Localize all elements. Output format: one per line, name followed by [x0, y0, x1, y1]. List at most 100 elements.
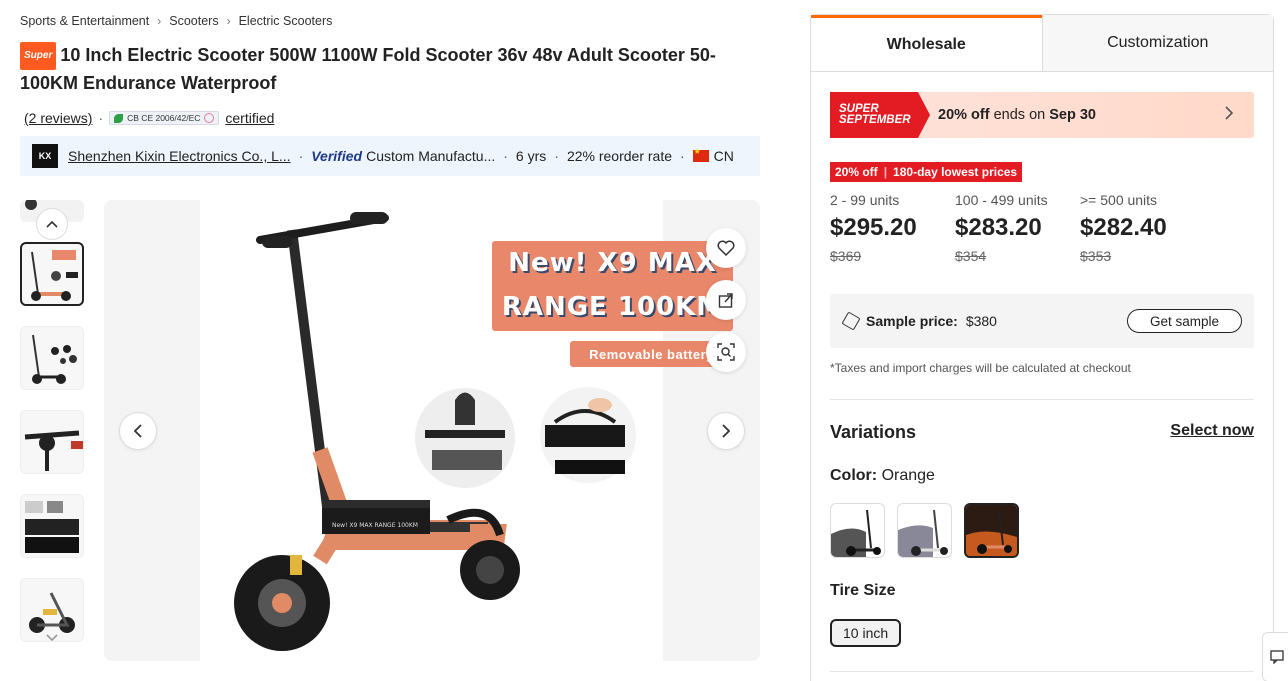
super-badge: Super — [20, 42, 57, 70]
message-icon — [1270, 650, 1284, 664]
promo-headline-box: New! X9 MAX RANGE 100KM — [492, 241, 733, 331]
super-september-banner[interactable]: SUPER SEPTEMBER 20% off ends on Sep 30 — [830, 92, 1254, 138]
battery-thumbnail-image — [25, 501, 79, 553]
separator-dot: · — [680, 148, 685, 164]
tire-size-option[interactable]: 10 inch — [830, 619, 902, 647]
tab-customization[interactable]: Customization — [1041, 15, 1273, 71]
breadcrumb-item-electric-scooters[interactable]: Electric Scooters — [239, 14, 333, 28]
gallery-next-button[interactable] — [707, 412, 745, 450]
product-title: 10 Inch Electric Scooter 500W 1100W Fold… — [20, 45, 716, 93]
china-flag-icon — [692, 147, 709, 162]
price-tiers: 2 - 99 units $295.20 $369 100 - 499 unit… — [830, 192, 1205, 264]
tier-original-price: $354 — [955, 248, 987, 264]
chevron-right-icon: › — [157, 14, 162, 28]
separator-dot: · — [554, 148, 559, 164]
discount-pct: 20% off — [835, 165, 878, 179]
verified-badge: Verified — [311, 148, 363, 164]
color-swatch-black[interactable] — [830, 503, 885, 558]
cert-mark-icon — [204, 113, 215, 123]
certification-chip[interactable]: CB CE 2006/42/EC — [109, 111, 220, 125]
deal-end-date: Sep 30 — [1049, 107, 1096, 123]
cert-text: CB CE 2006/42/EC — [127, 113, 201, 123]
tab-wholesale[interactable]: Wholesale — [811, 15, 1042, 71]
thumbnail-4[interactable] — [20, 494, 84, 558]
color-swatches — [830, 503, 1019, 558]
thumbnail-scroll-up-button[interactable] — [36, 208, 68, 240]
main-image-gallery: New! X9 MAX RANGE 100KM New! X9 MAX RANG… — [104, 200, 760, 661]
deal-tag-line-2: SEPTEMBER — [839, 114, 911, 126]
sample-price-value: $380 — [965, 313, 997, 329]
white-scooter-swatch-image — [898, 509, 948, 557]
share-button[interactable] — [706, 280, 746, 320]
tier-range: >= 500 units — [1080, 192, 1158, 208]
deal-text: 20% off ends on Sep 30 — [938, 107, 1224, 123]
leaf-icon — [114, 113, 124, 123]
tier-range: 2 - 99 units — [830, 192, 900, 208]
super-september-tag: SUPER SEPTEMBER — [830, 92, 930, 138]
color-label-key: Color: — [830, 467, 878, 484]
sample-price-box: Sample price: $380 Get sample — [830, 294, 1254, 348]
orange-scooter-swatch-image — [966, 505, 1017, 556]
favorite-button[interactable] — [706, 228, 746, 268]
deal-mid-text: ends on — [989, 107, 1050, 123]
thumbnail-2[interactable] — [20, 326, 84, 390]
package-icon — [841, 311, 861, 331]
variations-title: Variations — [830, 422, 917, 442]
thumbnail-scroll-down-button[interactable] — [36, 625, 68, 651]
supplier-country: CN — [713, 148, 734, 164]
price-tier: 100 - 499 units $283.20 $354 — [955, 192, 1080, 264]
scooter-parts-thumbnail-image — [32, 334, 77, 384]
scooter-thumbnail-image — [31, 250, 78, 301]
divider: | — [883, 165, 888, 179]
sample-price-label: Sample price: — [866, 313, 958, 329]
discount-label: 180-day lowest prices — [893, 165, 1018, 179]
tier-price: $282.40 — [1080, 214, 1167, 241]
thumbnail-1[interactable] — [20, 242, 84, 306]
separator-dot: · — [503, 148, 508, 164]
image-search-button[interactable] — [706, 332, 746, 372]
heart-icon — [717, 240, 735, 256]
select-now-link[interactable]: Select now — [1170, 422, 1254, 440]
chevron-right-icon — [722, 424, 731, 438]
black-scooter-swatch-image — [831, 509, 881, 557]
handlebar-thumbnail-image — [21, 411, 83, 473]
tax-note: *Taxes and import charges will be calcul… — [830, 361, 1131, 375]
discount-tag: 20% off | 180-day lowest prices — [830, 162, 1023, 182]
camera-search-icon — [717, 343, 735, 361]
thumbnail-3[interactable] — [20, 410, 84, 474]
chevron-left-icon — [133, 424, 142, 438]
divider — [830, 671, 1254, 672]
supplier-years: 6 yrs — [515, 148, 547, 164]
product-title-row: Super 10 Inch Electric Scooter 500W 1100W… — [20, 42, 760, 96]
reorder-rate: 22% reorder rate — [566, 148, 672, 164]
floating-chat-button[interactable] — [1262, 632, 1288, 681]
reviews-link[interactable]: (2 reviews) — [24, 110, 92, 126]
supplier-logo: KX — [32, 144, 58, 168]
chevron-down-icon — [46, 634, 58, 642]
separator-dot: · — [298, 148, 304, 164]
get-sample-button[interactable]: Get sample — [1126, 309, 1242, 333]
chevron-right-icon: › — [226, 14, 231, 28]
tier-original-price: $369 — [830, 248, 862, 264]
gallery-prev-button[interactable] — [119, 412, 157, 450]
color-swatch-orange[interactable] — [964, 503, 1019, 558]
color-label: Color: Orange — [830, 467, 935, 485]
color-swatch-white[interactable] — [897, 503, 952, 558]
battery-label-text: New! X9 MAX RANGE 100KM — [332, 522, 418, 529]
tire-size-label: Tire Size — [830, 582, 896, 599]
chevron-up-icon — [46, 220, 58, 228]
breadcrumb-item-scooters[interactable]: Scooters — [169, 14, 218, 28]
price-tier: 2 - 99 units $295.20 $369 — [830, 192, 955, 264]
certified-link[interactable]: certified — [225, 110, 274, 126]
share-icon — [718, 293, 733, 308]
supplier-name-link[interactable]: Shenzhen Kixin Electronics Co., L... — [68, 148, 291, 164]
breadcrumb-item-sports[interactable]: Sports & Entertainment — [20, 14, 149, 28]
tier-price: $283.20 — [955, 214, 1042, 241]
supplier-bar: KX Shenzhen Kixin Electronics Co., L... … — [20, 136, 760, 176]
tier-original-price: $353 — [1080, 248, 1112, 264]
tier-price: $295.20 — [830, 214, 917, 241]
deal-discount: 20% off — [938, 107, 990, 123]
main-product-image: New! X9 MAX RANGE 100KM New! X9 MAX RANG… — [200, 200, 733, 661]
purchase-panel: Wholesale Customization SUPER SEPTEMBER … — [810, 14, 1274, 681]
promo-line-1: New! X9 MAX — [508, 248, 717, 278]
